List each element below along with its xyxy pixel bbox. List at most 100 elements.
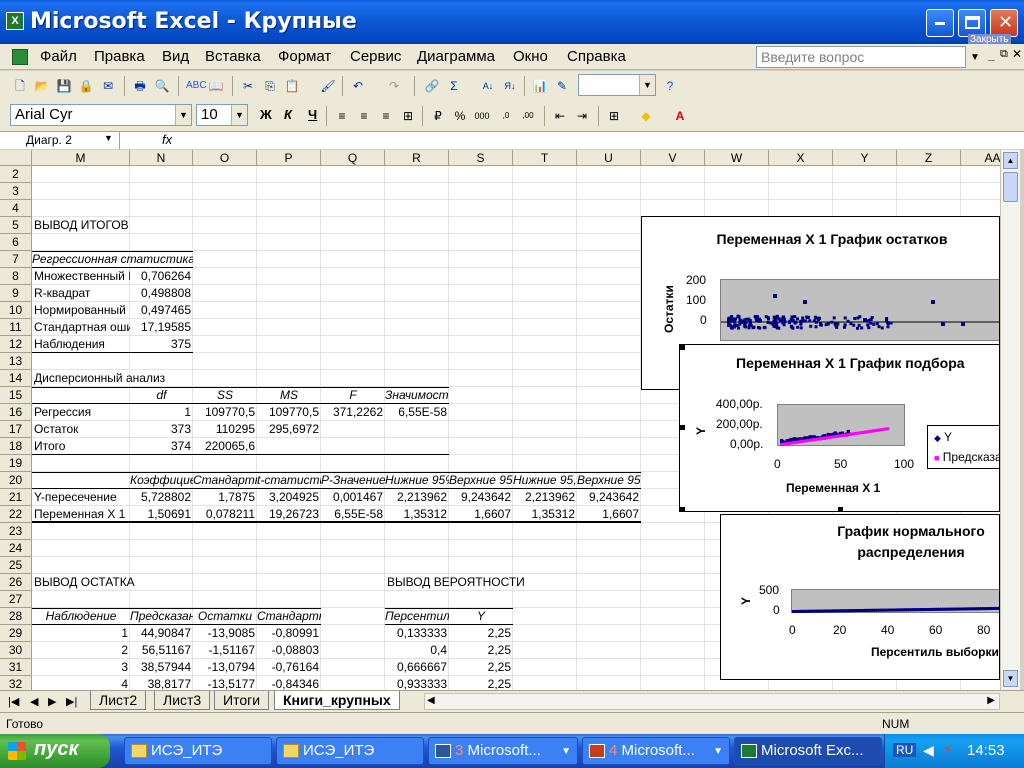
row-header[interactable]: 30 (0, 642, 32, 659)
stat-label[interactable]: R-квадрат (32, 285, 130, 302)
coef-header[interactable]: Верхние 95,0% (577, 472, 641, 489)
row-header[interactable]: 11 (0, 319, 32, 336)
anova-label[interactable]: Итого (32, 438, 130, 455)
anova-value[interactable]: 295,6972 (257, 421, 321, 438)
anova-value[interactable] (257, 438, 321, 455)
increase-indent-icon[interactable]: ⇥ (574, 108, 590, 124)
anova-header[interactable]: MS (257, 387, 321, 404)
column-header[interactable]: AA (961, 150, 1000, 166)
bold-button[interactable]: Ж (260, 107, 272, 122)
residual-header[interactable]: Предсказанное Y (130, 608, 193, 625)
language-indicator[interactable]: RU (893, 743, 917, 757)
row-header[interactable]: 8 (0, 268, 32, 285)
last-sheet-icon[interactable]: ▶| (66, 695, 77, 708)
doc-restore-button[interactable]: ⧉ (1000, 48, 1008, 61)
menu-view[interactable]: Вид (162, 48, 189, 65)
help-icon[interactable]: ? (662, 78, 678, 94)
anova-title[interactable]: Дисперсионный анализ (32, 370, 232, 387)
stat-label[interactable]: Наблюдения (32, 336, 130, 353)
first-sheet-icon[interactable]: |◀ (8, 695, 19, 708)
anova-header[interactable]: F (321, 387, 385, 404)
doc-minimize-button[interactable]: _ (988, 48, 995, 62)
probability-header[interactable]: Персентиль (385, 608, 449, 625)
row-header[interactable]: 12 (0, 336, 32, 353)
column-header[interactable]: O (193, 150, 257, 166)
redo-icon[interactable]: ↷ (386, 78, 402, 94)
column-header[interactable]: T (513, 150, 577, 166)
vertical-scrollbar[interactable]: ▲ ▼ (1000, 150, 1020, 690)
row-header[interactable]: 17 (0, 421, 32, 438)
column-header[interactable]: W (705, 150, 769, 166)
menu-window[interactable]: Окно (513, 48, 548, 65)
row-header[interactable]: 25 (0, 557, 32, 574)
scroll-down-icon[interactable]: ▼ (1003, 670, 1018, 687)
menu-edit[interactable]: Правка (94, 48, 145, 65)
borders-icon[interactable]: ⊞ (606, 108, 622, 124)
minimize-button[interactable] (926, 9, 954, 37)
menu-help[interactable]: Справка (567, 48, 626, 65)
column-header[interactable]: P (257, 150, 321, 166)
anova-header[interactable]: SS (193, 387, 257, 404)
autosum-icon[interactable]: Σ (446, 78, 462, 94)
column-header[interactable]: M (32, 150, 130, 166)
email-icon[interactable]: ✉ (100, 78, 116, 94)
anova-value[interactable]: 371,2262 (321, 404, 385, 421)
ask-dropdown-icon[interactable]: ▼ (970, 52, 980, 63)
probability-y-value[interactable]: 2,25 (449, 625, 513, 642)
stat-value[interactable]: 17,19585 (130, 319, 193, 336)
row-header[interactable]: 27 (0, 591, 32, 608)
anova-value[interactable]: 373 (130, 421, 193, 438)
anova-value[interactable]: 109770,5 (193, 404, 257, 421)
percentile-value[interactable]: 0,666667 (385, 659, 449, 676)
chart-wizard-icon[interactable]: 📊 (532, 78, 548, 94)
drawing-icon[interactable]: ✎ (554, 78, 570, 94)
stat-label[interactable]: Стандартная ошибка (32, 319, 130, 336)
paste-icon[interactable]: 📋 (284, 78, 300, 94)
probability-output-title[interactable]: ВЫВОД ВЕРОЯТНОСТИ (385, 574, 585, 591)
ask-question-input[interactable]: Введите вопрос (756, 46, 966, 68)
open-icon[interactable]: 📂 (34, 78, 50, 94)
coef-value[interactable]: 2,213962 (385, 489, 449, 506)
italic-button[interactable]: К (284, 107, 292, 122)
coef-label[interactable]: Y-пересечение (32, 489, 130, 506)
vertical-scroll-thumb[interactable] (1003, 172, 1018, 202)
residual-value[interactable]: 38,57944 (130, 659, 193, 676)
row-header[interactable]: 29 (0, 625, 32, 642)
coef-header[interactable]: Верхние 95% (449, 472, 513, 489)
coef-header[interactable]: Нижние 95,0% (513, 472, 577, 489)
stat-value[interactable]: 0,498808 (130, 285, 193, 302)
insert-function-icon[interactable]: fx (162, 132, 172, 147)
new-icon[interactable]: 🗋 (12, 78, 28, 94)
anova-value[interactable]: 1 (130, 404, 193, 421)
sort-desc-icon[interactable]: Я↓ (502, 78, 518, 94)
anova-header[interactable]: df (130, 387, 193, 404)
align-center-icon[interactable]: ≡ (356, 108, 372, 124)
anova-header[interactable]: Значимость F (385, 387, 449, 404)
row-header[interactable]: 7 (0, 251, 32, 268)
tab-list2[interactable]: Лист2 (90, 691, 147, 710)
anova-value[interactable] (321, 438, 385, 455)
anova-label[interactable]: Остаток (32, 421, 130, 438)
stat-label[interactable]: Множественный R (32, 268, 130, 285)
row-header[interactable]: 32 (0, 676, 32, 690)
anova-value[interactable]: 109770,5 (257, 404, 321, 421)
column-header[interactable]: R (385, 150, 449, 166)
font-color-icon[interactable]: A (672, 108, 688, 124)
select-all-corner[interactable] (0, 150, 32, 166)
spelling-icon[interactable]: ABC (186, 78, 207, 94)
anova-value[interactable] (385, 421, 449, 438)
task-folder-1[interactable]: ИСЭ_ИТЭ (124, 737, 272, 765)
column-header[interactable]: U (577, 150, 641, 166)
summary-title[interactable]: ВЫВОД ИТОГОВ (32, 217, 232, 234)
research-icon[interactable]: 📖 (208, 78, 224, 94)
resize-handle[interactable] (680, 507, 685, 511)
decrease-decimal-icon[interactable]: ,00 (520, 108, 536, 124)
coef-header[interactable]: Стандартная ошибка (193, 472, 257, 489)
name-box-dropdown-icon[interactable]: ▼ (104, 133, 113, 143)
zoom-combo[interactable]: ▼ (578, 74, 656, 96)
residual-value[interactable]: -13,9085 (193, 625, 257, 642)
anova-value[interactable]: 220065,6 (193, 438, 257, 455)
menu-format[interactable]: Формат (278, 48, 331, 65)
resize-handle[interactable] (838, 507, 843, 511)
column-header[interactable]: Z (897, 150, 961, 166)
